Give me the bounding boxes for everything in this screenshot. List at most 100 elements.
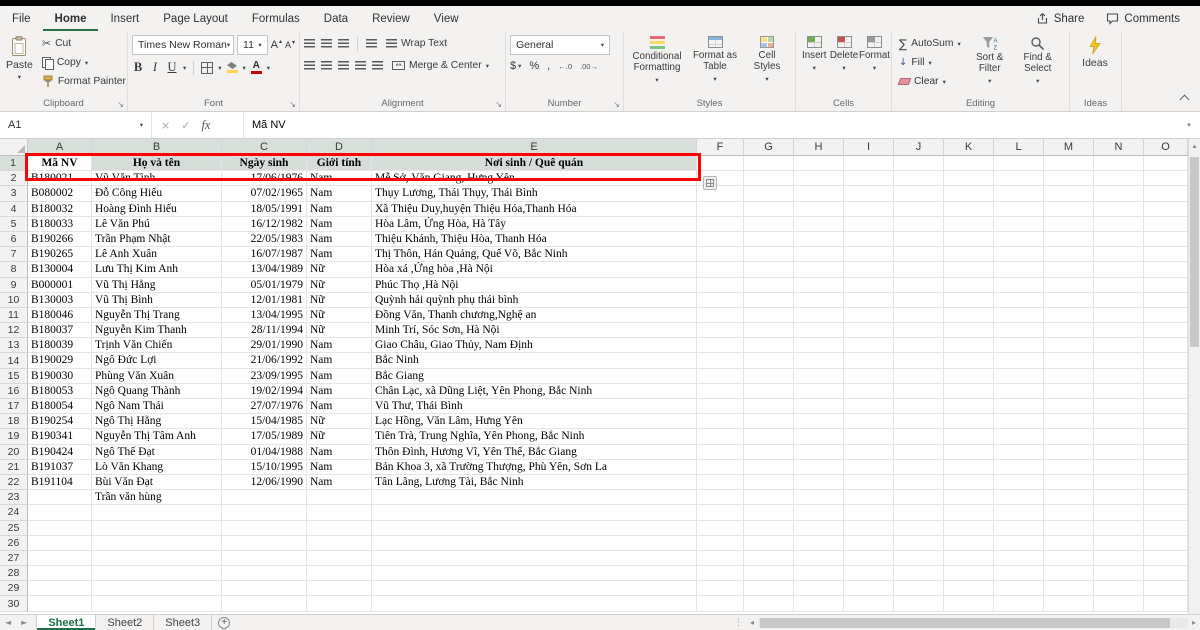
cell-O19[interactable] xyxy=(1144,429,1188,444)
cell-E12[interactable]: Minh Trí, Sóc Sơn, Hà Nội xyxy=(372,323,697,338)
cell-F13[interactable] xyxy=(697,338,744,353)
cell-N25[interactable] xyxy=(1094,521,1144,536)
increase-font-size-button[interactable]: A▴ xyxy=(271,39,282,51)
cell-E25[interactable] xyxy=(372,521,697,536)
row-header-16[interactable]: 16 xyxy=(0,384,28,399)
cell-A18[interactable]: B190254 xyxy=(28,414,92,429)
cell-D30[interactable] xyxy=(307,596,372,611)
cell-O2[interactable] xyxy=(1144,171,1188,186)
cell-J6[interactable] xyxy=(894,232,944,247)
cell-A15[interactable]: B190030 xyxy=(28,369,92,384)
cell-B13[interactable]: Trịnh Văn Chiến xyxy=(92,338,222,353)
cell-I24[interactable] xyxy=(844,505,894,520)
cell-C20[interactable]: 01/04/1988 xyxy=(222,445,307,460)
cell-G13[interactable] xyxy=(744,338,794,353)
cell-G24[interactable] xyxy=(744,505,794,520)
cell-G17[interactable] xyxy=(744,399,794,414)
cell-C25[interactable] xyxy=(222,521,307,536)
cell-J21[interactable] xyxy=(894,460,944,475)
cell-H25[interactable] xyxy=(794,521,844,536)
cell-M4[interactable] xyxy=(1044,202,1094,217)
delete-cells-button[interactable]: Delete ▾ xyxy=(830,35,859,75)
cell-K18[interactable] xyxy=(944,414,994,429)
row-header-13[interactable]: 13 xyxy=(0,338,28,353)
cell-B22[interactable]: Bùi Văn Đạt xyxy=(92,475,222,490)
cell-E8[interactable]: Hòa xá ,Ứng hòa ,Hà Nội xyxy=(372,262,697,277)
cell-H3[interactable] xyxy=(794,186,844,201)
cell-G25[interactable] xyxy=(744,521,794,536)
cell-C1[interactable]: Ngày sinh xyxy=(222,156,307,171)
cell-I10[interactable] xyxy=(844,293,894,308)
cell-A11[interactable]: B180046 xyxy=(28,308,92,323)
cell-H4[interactable] xyxy=(794,202,844,217)
cell-O27[interactable] xyxy=(1144,551,1188,566)
cell-C17[interactable]: 27/07/1976 xyxy=(222,399,307,414)
cell-F27[interactable] xyxy=(697,551,744,566)
cell-M23[interactable] xyxy=(1044,490,1094,505)
column-header-G[interactable]: G xyxy=(744,139,794,156)
cell-J14[interactable] xyxy=(894,353,944,368)
cell-O13[interactable] xyxy=(1144,338,1188,353)
formula-input[interactable]: Mã NV xyxy=(244,112,1178,138)
cell-K5[interactable] xyxy=(944,217,994,232)
cell-B20[interactable]: Ngô Thế Đạt xyxy=(92,445,222,460)
row-header-11[interactable]: 11 xyxy=(0,308,28,323)
cell-A28[interactable] xyxy=(28,566,92,581)
cell-L9[interactable] xyxy=(994,278,1044,293)
cell-B25[interactable] xyxy=(92,521,222,536)
cell-G6[interactable] xyxy=(744,232,794,247)
cell-M13[interactable] xyxy=(1044,338,1094,353)
cell-J17[interactable] xyxy=(894,399,944,414)
cell-M7[interactable] xyxy=(1044,247,1094,262)
font-size-combo[interactable]: 11 ▾ xyxy=(237,35,268,55)
cell-M9[interactable] xyxy=(1044,278,1094,293)
ribbon-tab-page-layout[interactable]: Page Layout xyxy=(151,6,240,31)
cell-L20[interactable] xyxy=(994,445,1044,460)
cell-F26[interactable] xyxy=(697,536,744,551)
italic-button[interactable]: I xyxy=(149,60,161,75)
cell-B7[interactable]: Lê Anh Xuân xyxy=(92,247,222,262)
cell-I25[interactable] xyxy=(844,521,894,536)
cell-E3[interactable]: Thụy Lương, Thái Thụy, Thái Bình xyxy=(372,186,697,201)
select-all-button[interactable] xyxy=(0,139,28,156)
cell-I23[interactable] xyxy=(844,490,894,505)
cell-M29[interactable] xyxy=(1044,581,1094,596)
row-header-17[interactable]: 17 xyxy=(0,399,28,414)
cell-A22[interactable]: B191104 xyxy=(28,475,92,490)
cell-D29[interactable] xyxy=(307,581,372,596)
cell-B24[interactable] xyxy=(92,505,222,520)
cell-J13[interactable] xyxy=(894,338,944,353)
cell-I14[interactable] xyxy=(844,353,894,368)
cell-N22[interactable] xyxy=(1094,475,1144,490)
cell-B19[interactable]: Nguyễn Thị Tâm Anh xyxy=(92,429,222,444)
cell-F5[interactable] xyxy=(697,217,744,232)
cell-B9[interactable]: Vũ Thị Hằng xyxy=(92,278,222,293)
cell-F4[interactable] xyxy=(697,202,744,217)
cell-L7[interactable] xyxy=(994,247,1044,262)
cell-C8[interactable]: 13/04/1989 xyxy=(222,262,307,277)
cell-C21[interactable]: 15/10/1995 xyxy=(222,460,307,475)
column-header-H[interactable]: H xyxy=(794,139,844,156)
cell-K14[interactable] xyxy=(944,353,994,368)
row-header-15[interactable]: 15 xyxy=(0,369,28,384)
cell-H9[interactable] xyxy=(794,278,844,293)
cell-L5[interactable] xyxy=(994,217,1044,232)
row-header-21[interactable]: 21 xyxy=(0,460,28,475)
cell-H14[interactable] xyxy=(794,353,844,368)
cell-O8[interactable] xyxy=(1144,262,1188,277)
cell-L18[interactable] xyxy=(994,414,1044,429)
cell-H12[interactable] xyxy=(794,323,844,338)
enter-icon[interactable]: ✓ xyxy=(181,119,190,132)
cell-B3[interactable]: Đỗ Công Hiếu xyxy=(92,186,222,201)
cell-F28[interactable] xyxy=(697,566,744,581)
cell-K11[interactable] xyxy=(944,308,994,323)
cell-H8[interactable] xyxy=(794,262,844,277)
cell-F21[interactable] xyxy=(697,460,744,475)
cell-N26[interactable] xyxy=(1094,536,1144,551)
cell-O12[interactable] xyxy=(1144,323,1188,338)
cell-N4[interactable] xyxy=(1094,202,1144,217)
cell-B1[interactable]: Họ và tên xyxy=(92,156,222,171)
cell-H26[interactable] xyxy=(794,536,844,551)
cell-K23[interactable] xyxy=(944,490,994,505)
cell-O26[interactable] xyxy=(1144,536,1188,551)
